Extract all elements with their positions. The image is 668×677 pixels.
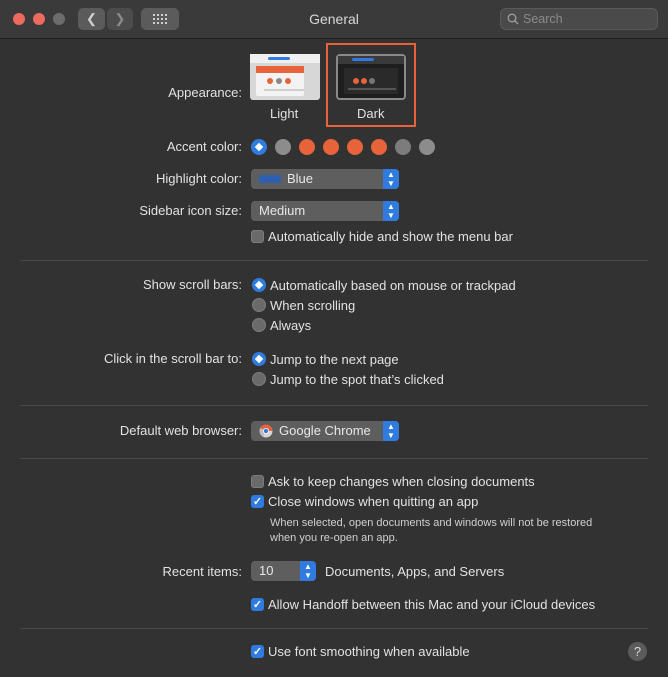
appearance-dark-label[interactable]: Dark xyxy=(357,106,384,121)
default-browser-label: Default web browser: xyxy=(119,423,242,438)
accent-swatch-pink[interactable] xyxy=(419,139,435,155)
jump-to-spot-label: Jump to the spot that’s clicked xyxy=(270,372,444,387)
click-scroll-bar-label: Click in the scroll bar to: xyxy=(104,351,242,366)
show-scroll-bars-label: Show scroll bars: xyxy=(143,277,242,292)
close-windows-label: Close windows when quitting an app xyxy=(268,494,479,509)
search-icon xyxy=(507,13,519,25)
handoff-label: Allow Handoff between this Mac and your … xyxy=(268,597,596,612)
divider xyxy=(20,458,648,459)
menu-bar-checkbox[interactable] xyxy=(251,230,264,243)
sidebar-icon-size-label: Sidebar icon size: xyxy=(139,203,242,218)
appearance-label: Appearance: xyxy=(168,85,242,100)
font-smoothing-checkbox[interactable]: ✓ xyxy=(251,645,264,658)
selected-indicator-icon xyxy=(254,142,264,152)
appearance-light-thumbnail[interactable] xyxy=(250,54,320,100)
sidebar-icon-size-popup[interactable]: Medium ▲ ▼ xyxy=(251,201,399,221)
up-down-chevron-icon: ▲ ▼ xyxy=(383,201,399,221)
scroll-bars-always-label: Always xyxy=(270,318,312,333)
accent-swatch-purple[interactable] xyxy=(395,139,411,155)
font-smoothing-label: Use font smoothing when available xyxy=(268,644,470,659)
scroll-bars-always-radio[interactable] xyxy=(252,318,266,332)
up-down-chevron-icon: ▲ ▼ xyxy=(383,169,399,189)
close-windows-note-line1: When selected, open documents and window… xyxy=(270,517,593,529)
checkmark-icon: ✓ xyxy=(252,599,263,611)
checkmark-icon: ✓ xyxy=(252,646,263,658)
help-button[interactable]: ? xyxy=(628,642,647,661)
recent-items-suffix: Documents, Apps, and Servers xyxy=(325,564,505,579)
scroll-bars-when-scrolling-label: When scrolling xyxy=(270,298,356,313)
jump-to-spot-radio[interactable] xyxy=(252,372,266,386)
search-field[interactable] xyxy=(500,8,658,30)
menu-bar-label: Automatically hide and show the menu bar xyxy=(268,229,513,244)
divider xyxy=(20,260,648,261)
close-windows-note-line2: when you re-open an app. xyxy=(270,532,398,544)
handoff-checkbox[interactable]: ✓ xyxy=(251,598,264,611)
sidebar-icon-size-value: Medium xyxy=(259,203,306,218)
jump-next-page-radio[interactable] xyxy=(252,352,266,366)
dark-mode-preview-icon xyxy=(338,56,404,98)
scroll-bars-when-scrolling-radio[interactable] xyxy=(252,298,266,312)
scroll-bars-automatic-radio[interactable] xyxy=(252,278,266,292)
recent-items-popup[interactable]: 10 ▲ ▼ xyxy=(251,561,316,581)
search-input[interactable] xyxy=(523,11,651,27)
appearance-light-label[interactable]: Light xyxy=(270,106,298,121)
recent-items-label: Recent items: xyxy=(162,564,242,579)
light-mode-preview-icon xyxy=(250,54,320,100)
highlight-swatch-icon xyxy=(259,175,281,183)
divider xyxy=(20,405,648,406)
accent-swatch-blue[interactable] xyxy=(251,139,267,155)
close-windows-checkbox[interactable]: ✓ xyxy=(251,495,264,508)
accent-swatch-green[interactable] xyxy=(371,139,387,155)
accent-color-label: Accent color: xyxy=(166,139,242,154)
scroll-bars-automatic-label: Automatically based on mouse or trackpad xyxy=(270,278,516,293)
recent-items-value: 10 xyxy=(259,563,274,578)
accent-swatch-red[interactable] xyxy=(299,139,315,155)
accent-swatch-yellow[interactable] xyxy=(347,139,363,155)
divider xyxy=(20,628,648,629)
appearance-dark-thumbnail[interactable] xyxy=(336,54,406,100)
default-browser-popup[interactable]: Google Chrome ▲ ▼ xyxy=(251,421,399,441)
accent-swatch-orange[interactable] xyxy=(323,139,339,155)
chrome-icon xyxy=(259,424,273,438)
highlight-color-label: Highlight color: xyxy=(156,171,242,186)
accent-swatch-graphite[interactable] xyxy=(275,139,291,155)
highlight-color-value: Blue xyxy=(287,171,314,186)
highlight-color-popup[interactable]: Blue ▲ ▼ xyxy=(251,169,399,189)
checkmark-icon: ✓ xyxy=(252,496,263,508)
up-down-chevron-icon: ▲ ▼ xyxy=(300,561,316,581)
jump-next-page-label: Jump to the next page xyxy=(270,352,399,367)
default-browser-value: Google Chrome xyxy=(279,423,371,438)
ask-keep-changes-label: Ask to keep changes when closing documen… xyxy=(268,474,535,489)
up-down-chevron-icon: ▲ ▼ xyxy=(383,421,399,441)
ask-keep-changes-checkbox[interactable] xyxy=(251,475,264,488)
